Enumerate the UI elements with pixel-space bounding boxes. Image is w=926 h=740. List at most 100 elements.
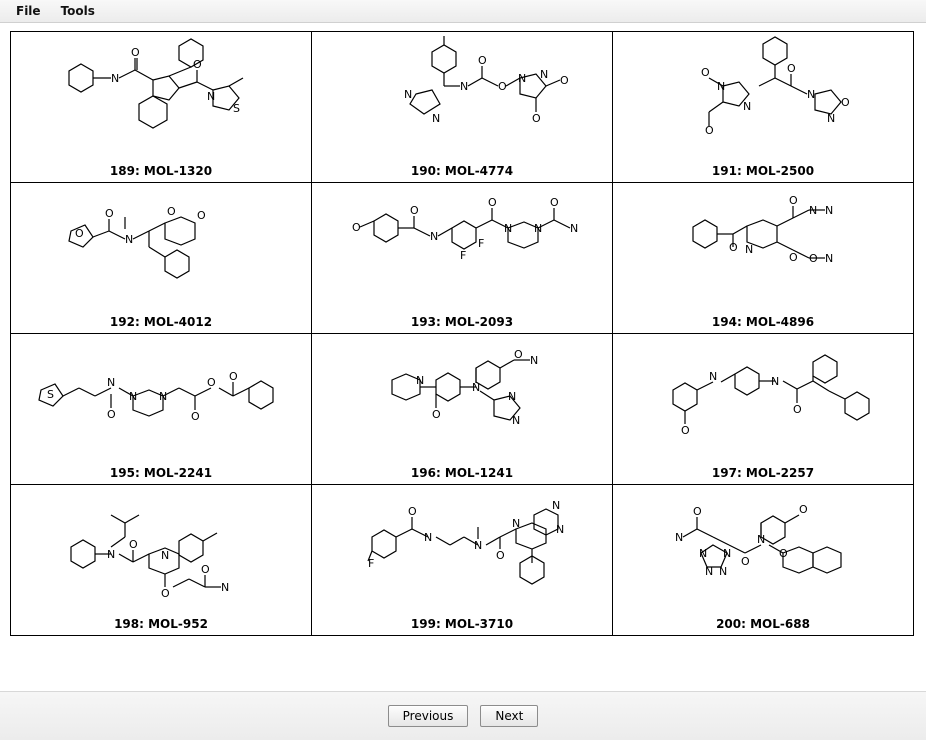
svg-text:O: O (197, 209, 206, 222)
svg-text:N: N (827, 112, 835, 125)
molecule-cell[interactable]: O O N N O N O (613, 183, 914, 334)
svg-text:F: F (460, 249, 466, 262)
svg-text:N: N (771, 375, 779, 388)
svg-text:O: O (410, 204, 419, 217)
svg-text:N: N (161, 549, 169, 562)
svg-text:O: O (560, 74, 569, 87)
molecule-label: 190: MOL-4774 (312, 162, 612, 182)
svg-text:N: N (552, 499, 560, 512)
svg-text:N: N (717, 80, 725, 93)
molecule-label: 198: MOL-952 (11, 615, 311, 635)
molecule-label: 195: MOL-2241 (11, 464, 311, 484)
svg-text:O: O (107, 408, 116, 421)
svg-text:N: N (125, 233, 133, 246)
svg-text:N: N (745, 243, 753, 256)
svg-text:O: O (488, 196, 497, 209)
svg-text:F: F (478, 237, 484, 250)
svg-text:O: O (705, 124, 714, 137)
molecule-structure-icon: F O N N O (312, 487, 612, 615)
svg-text:N: N (709, 370, 717, 383)
svg-text:N: N (107, 548, 115, 561)
svg-text:O: O (789, 251, 798, 264)
svg-text:N: N (723, 547, 731, 560)
molecule-cell[interactable]: N O O N S (11, 32, 312, 183)
svg-text:N: N (504, 222, 512, 235)
molecule-cell[interactable]: O N N O (613, 334, 914, 485)
molecule-label: 196: MOL-1241 (312, 464, 612, 484)
svg-text:N: N (221, 581, 229, 594)
svg-text:N: N (432, 112, 440, 125)
molecule-structure-icon: N O O N S (11, 34, 311, 162)
molecule-structure-icon: N N N O O N N O (312, 34, 612, 162)
svg-text:O: O (193, 58, 202, 71)
svg-text:O: O (779, 547, 788, 560)
svg-text:O: O (161, 587, 170, 600)
svg-text:O: O (681, 424, 690, 437)
svg-text:N: N (430, 230, 438, 243)
molecule-cell[interactable]: O O N F F O (312, 183, 613, 334)
molecule-cell[interactable]: N N N O O N N O (312, 32, 613, 183)
svg-text:O: O (741, 555, 750, 568)
svg-text:O: O (841, 96, 850, 109)
molecule-cell[interactable]: O O N O O (11, 183, 312, 334)
svg-text:N: N (111, 72, 119, 85)
svg-text:O: O (229, 370, 238, 383)
molecule-structure-icon: S N O N N O (11, 336, 311, 464)
molecule-cell[interactable]: N N O O O N O N (613, 32, 914, 183)
svg-text:N: N (825, 204, 833, 217)
svg-text:N: N (159, 390, 167, 403)
svg-text:N: N (825, 252, 833, 265)
svg-text:O: O (131, 46, 140, 59)
next-button[interactable]: Next (480, 705, 538, 727)
svg-text:S: S (47, 388, 54, 401)
molecule-label: 192: MOL-4012 (11, 313, 311, 333)
svg-text:N: N (719, 565, 727, 578)
svg-text:O: O (432, 408, 441, 421)
molecule-label: 199: MOL-3710 (312, 615, 612, 635)
molecule-cell[interactable]: N O N O N (312, 334, 613, 485)
svg-text:N: N (556, 523, 564, 536)
molecule-structure-icon: N O N O (11, 487, 311, 615)
molecule-label: 197: MOL-2257 (613, 464, 913, 484)
molecule-cell[interactable]: N O N O (11, 485, 312, 636)
svg-text:O: O (693, 505, 702, 518)
svg-text:O: O (129, 538, 138, 551)
svg-text:O: O (207, 376, 216, 389)
svg-text:N: N (107, 376, 115, 389)
molecule-structure-icon: O O N N O N O (613, 185, 913, 313)
menu-tools[interactable]: Tools (51, 2, 105, 20)
menu-file[interactable]: File (6, 2, 51, 20)
svg-text:O: O (496, 549, 505, 562)
svg-text:O: O (787, 62, 796, 75)
svg-text:N: N (424, 531, 432, 544)
svg-text:N: N (743, 100, 751, 113)
molecule-cell[interactable]: F O N N O (312, 485, 613, 636)
svg-text:N: N (508, 390, 516, 403)
svg-text:O: O (167, 205, 176, 218)
svg-text:N: N (570, 222, 578, 235)
svg-text:O: O (701, 66, 710, 79)
svg-text:N: N (530, 354, 538, 367)
molecule-cell[interactable]: S N O N N O (11, 334, 312, 485)
svg-text:S: S (233, 102, 240, 115)
svg-text:O: O (408, 505, 417, 518)
svg-text:N: N (540, 68, 548, 81)
molecule-label: 193: MOL-2093 (312, 313, 612, 333)
svg-text:O: O (532, 112, 541, 125)
svg-text:N: N (534, 222, 542, 235)
molecule-structure-icon: O N N O (613, 336, 913, 464)
molecule-structure-icon: O O N F F O (312, 185, 612, 313)
content-area: N O O N S (0, 23, 926, 636)
molecule-label: 200: MOL-688 (613, 615, 913, 635)
molecule-label: 191: MOL-2500 (613, 162, 913, 182)
svg-text:N: N (129, 390, 137, 403)
svg-text:O: O (793, 403, 802, 416)
molecule-cell[interactable]: N O N N N N O N (613, 485, 914, 636)
svg-text:N: N (705, 565, 713, 578)
menubar: File Tools (0, 0, 926, 23)
svg-text:N: N (699, 547, 707, 560)
previous-button[interactable]: Previous (388, 705, 469, 727)
svg-text:O: O (352, 221, 361, 234)
svg-text:N: N (512, 414, 520, 427)
footer-bar: Previous Next (0, 691, 926, 740)
